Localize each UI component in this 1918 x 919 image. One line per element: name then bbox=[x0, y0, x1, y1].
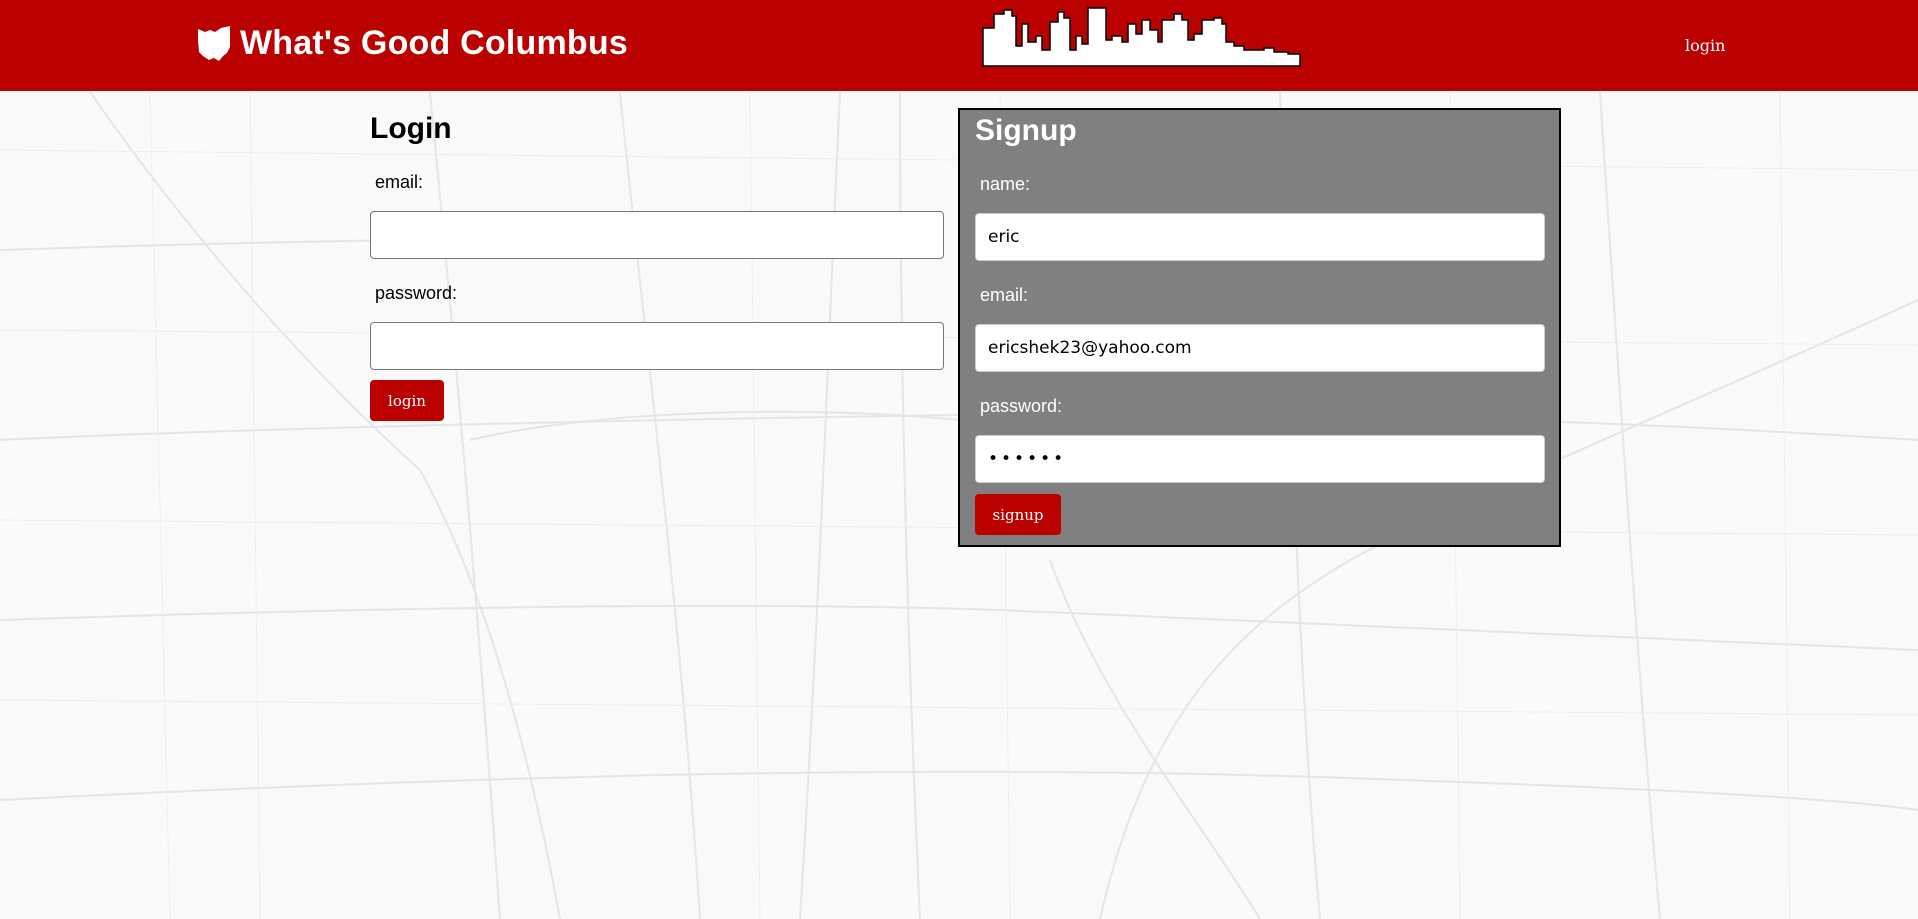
signup-email-input[interactable] bbox=[975, 324, 1545, 372]
login-email-input[interactable] bbox=[370, 211, 944, 259]
signup-name-input[interactable] bbox=[975, 213, 1545, 261]
signup-email-label: email: bbox=[980, 285, 1029, 305]
login-email-label: email: bbox=[375, 172, 424, 192]
nav-login-link[interactable]: login bbox=[1685, 36, 1725, 55]
login-password-label: password: bbox=[375, 283, 458, 303]
signup-button[interactable]: signup bbox=[975, 494, 1061, 535]
signup-form: Signup name: email: password: signup bbox=[958, 108, 1561, 547]
city-skyline-logo bbox=[982, 7, 1301, 67]
login-button[interactable]: login bbox=[370, 380, 444, 421]
signup-password-input[interactable] bbox=[975, 435, 1545, 483]
login-form: Login email: password: login bbox=[370, 108, 945, 428]
top-navbar: What's Good Columbus login bbox=[0, 0, 1918, 91]
signup-password-label: password: bbox=[980, 396, 1063, 416]
ohio-state-icon bbox=[198, 26, 230, 61]
brand[interactable]: What's Good Columbus bbox=[197, 24, 628, 63]
login-password-input[interactable] bbox=[370, 322, 944, 370]
signup-name-label: name: bbox=[980, 174, 1031, 194]
signup-heading: Signup bbox=[975, 114, 1077, 147]
site-title: What's Good Columbus bbox=[240, 24, 628, 62]
login-heading: Login bbox=[370, 112, 452, 145]
